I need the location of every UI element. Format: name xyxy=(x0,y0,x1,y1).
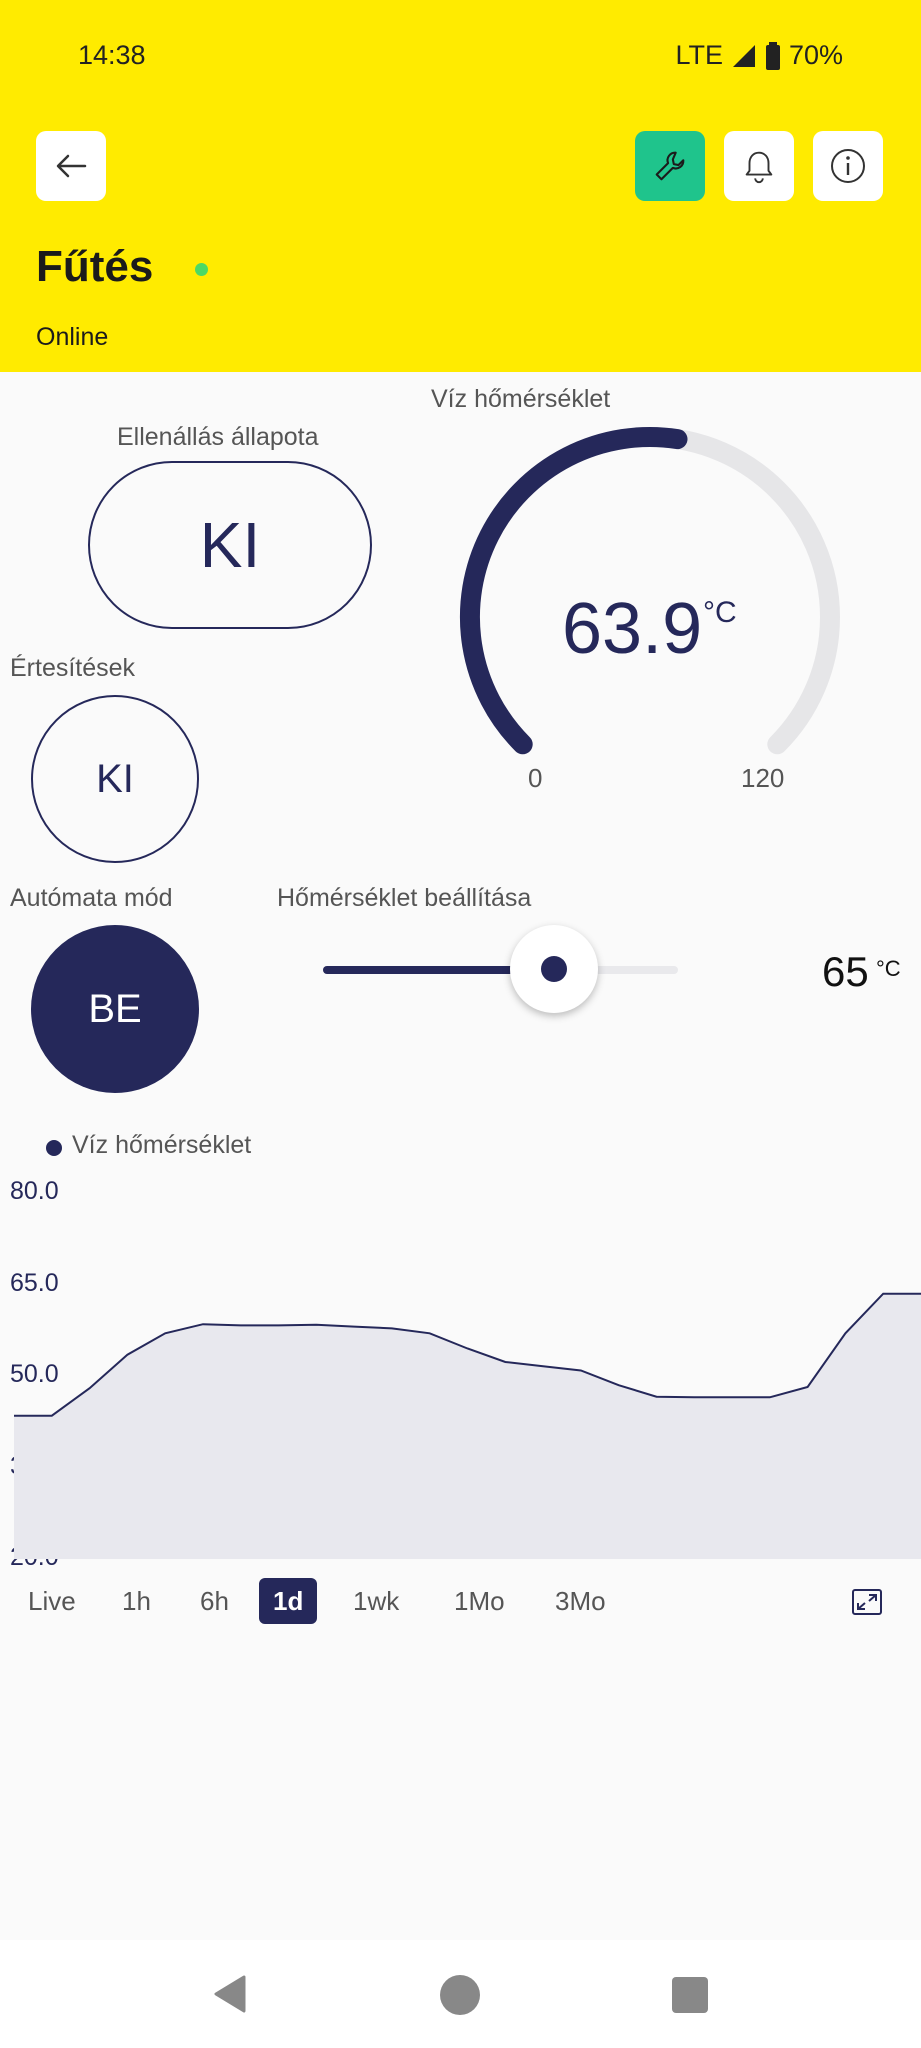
info-button[interactable] xyxy=(813,131,883,201)
notifications-toggle[interactable]: KI xyxy=(31,695,199,863)
page-title: Fűtés xyxy=(36,242,154,291)
gauge-min: 0 xyxy=(528,763,543,793)
bell-icon xyxy=(745,151,773,184)
gauge-unit: °C xyxy=(703,596,737,629)
range-1d[interactable]: 1d xyxy=(259,1578,318,1624)
back-button[interactable] xyxy=(36,131,106,201)
notifications-label: Értesítések xyxy=(10,654,136,682)
connection-status: Online xyxy=(36,323,109,351)
y-tick: 65.0 xyxy=(10,1269,59,1297)
range-6h[interactable]: 6h xyxy=(186,1578,243,1624)
y-tick: 80.0 xyxy=(10,1177,59,1205)
app-header: 14:38 LTE 70% Fűtés Online xyxy=(0,0,921,372)
chart-legend[interactable]: Víz hőmérséklet xyxy=(72,1131,251,1160)
range-3mo[interactable]: 3Mo xyxy=(541,1578,620,1624)
nav-recents-icon[interactable] xyxy=(672,1977,708,2013)
y-tick: 50.0 xyxy=(10,1360,59,1388)
battery-icon xyxy=(765,41,780,70)
legend-marker xyxy=(46,1140,62,1156)
wrench-icon xyxy=(655,151,685,181)
info-icon xyxy=(831,149,865,183)
gauge-value: 63.9 xyxy=(562,589,703,669)
range-live[interactable]: Live xyxy=(14,1578,90,1624)
status-time: 14:38 xyxy=(78,40,146,70)
slider-thumb-dot xyxy=(540,956,567,982)
auto-mode-toggle[interactable]: BE xyxy=(31,925,199,1093)
notifications-button[interactable] xyxy=(724,131,794,201)
status-indicators: LTE 70% xyxy=(675,40,843,71)
gauge-label: Víz hőmérséklet xyxy=(431,385,611,413)
signal-icon xyxy=(732,44,755,67)
resistance-label: Ellenállás állapota xyxy=(117,423,319,451)
network-label: LTE xyxy=(675,40,723,70)
range-1wk[interactable]: 1wk xyxy=(339,1578,413,1624)
setpoint-unit: °C xyxy=(876,956,901,981)
y-tick: 35.0 xyxy=(10,1452,59,1480)
nav-home-icon[interactable] xyxy=(440,1975,480,2015)
settings-wrench-button[interactable] xyxy=(635,131,705,201)
arrow-left-icon xyxy=(56,154,87,178)
setpoint-value: 65 xyxy=(822,948,869,995)
online-indicator xyxy=(195,263,208,276)
nav-back-icon[interactable] xyxy=(210,1973,248,2015)
chart-area-fill xyxy=(14,1293,921,1559)
resistance-toggle[interactable]: KI xyxy=(88,461,372,629)
range-1h[interactable]: 1h xyxy=(108,1578,165,1624)
range-1mo[interactable]: 1Mo xyxy=(440,1578,519,1624)
setpoint-label: Hőmérséklet beállítása xyxy=(277,884,532,912)
y-tick: 20.0 xyxy=(10,1543,59,1571)
gauge-max: 120 xyxy=(741,763,785,793)
expand-icon[interactable] xyxy=(852,1589,882,1615)
auto-mode-label: Autómata mód xyxy=(10,884,173,912)
chart-series-line xyxy=(14,1292,921,1417)
battery-level: 70% xyxy=(788,40,843,70)
setpoint-slider-thumb[interactable] xyxy=(509,925,598,1013)
